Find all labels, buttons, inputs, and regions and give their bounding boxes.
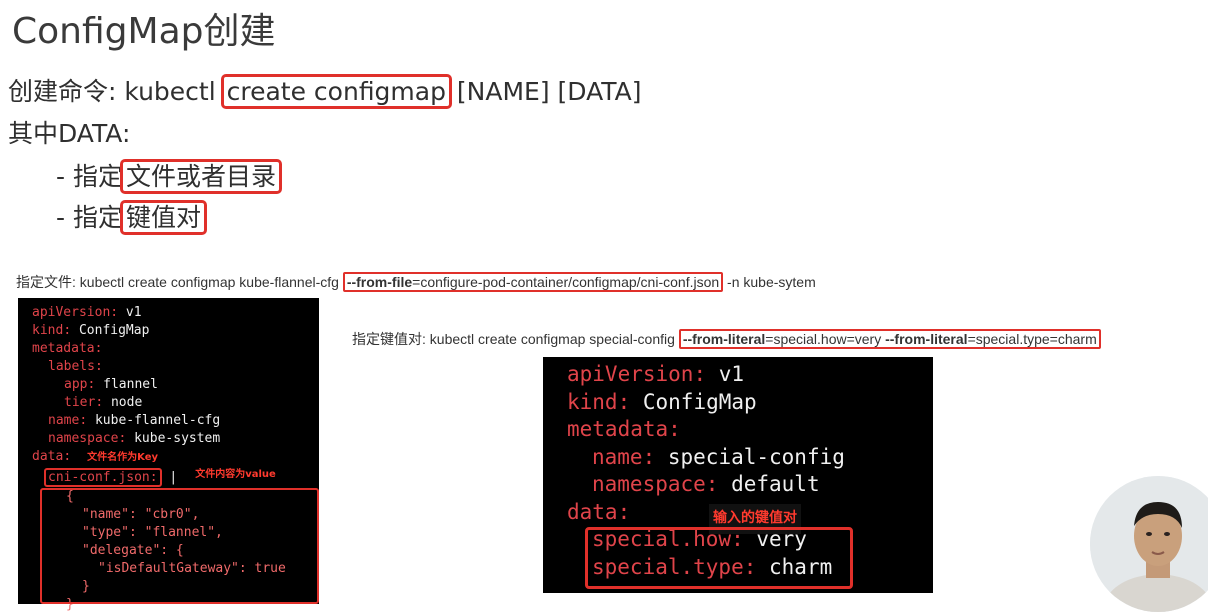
yaml2-line-apiversion: apiVersion: v1 — [567, 362, 745, 386]
from-file-prefix: 指定文件: kubectl create configmap kube-flan… — [16, 274, 343, 290]
yaml2-line-name: name: special-config — [592, 444, 845, 469]
key-value-box — [585, 527, 853, 589]
data-item-file: - 指定 文件或者目录 — [56, 157, 282, 194]
yaml1-line-data: data: 文件名作为Key — [32, 449, 159, 464]
from-file-arg: --from-file=configure-pod-container/conf… — [342, 272, 724, 292]
yaml2-line-namespace: namespace: default — [592, 472, 820, 496]
create-configmap-highlight: create configmap — [220, 74, 452, 109]
value-content-box — [40, 488, 319, 604]
yaml1-line-cni-conf: cni-conf.json: | 文件内容为value — [32, 468, 286, 488]
data-item-literal: - 指定 键值对 — [56, 198, 207, 235]
from-literal-flag-1: --from-literal — [682, 331, 766, 347]
presenter-avatar-image — [1090, 476, 1208, 612]
from-literal-value-2: =special.type=charm — [967, 331, 1097, 347]
from-file-suffix: -n kube-sytem — [723, 274, 816, 290]
yaml2-line-data: data: — [567, 499, 631, 524]
file-or-dir-highlight: 文件或者目录 — [119, 159, 282, 194]
from-file-flag: --from-file — [346, 274, 413, 290]
key-value-highlight: 键值对 — [119, 200, 207, 235]
from-literal-flag-2: --from-literal — [885, 331, 968, 347]
from-file-command: 指定文件: kubectl create configmap kube-flan… — [16, 272, 816, 292]
data-item-literal-prefix: - 指定 — [56, 203, 123, 232]
value-annotation: 文件内容为value — [195, 469, 276, 480]
yaml1-line-app: app: flannel — [64, 377, 158, 392]
yaml1-line-name: name: kube-flannel-cfg — [48, 413, 221, 428]
slide-title: ConfigMap创建 — [12, 11, 276, 52]
cni-conf-key-box: cni-conf.json: — [44, 468, 162, 487]
create-command-line: 创建命令: kubectl create configmap [NAME] [D… — [8, 72, 642, 109]
data-label: 其中DATA: — [8, 119, 131, 148]
from-literal-args: --from-literal=special.how=very --from-l… — [678, 329, 1101, 349]
yaml2-line-metadata: metadata: — [567, 417, 681, 441]
from-literal-value-1: =special.how=very — [765, 331, 886, 347]
from-file-value: =configure-pod-container/configmap/cni-c… — [412, 274, 720, 290]
from-literal-command: 指定键值对: kubectl create configmap special-… — [352, 329, 1101, 349]
yaml1-line-tier: tier: node — [64, 395, 143, 410]
from-literal-prefix: 指定键值对: kubectl create configmap special-… — [352, 331, 679, 347]
key-annotation: 文件名作为Key — [87, 452, 159, 463]
yaml1-line-apiversion: apiVersion: v1 — [32, 305, 142, 320]
yaml1-line-metadata: metadata: — [32, 341, 103, 356]
yaml1-line-labels: labels: — [48, 359, 103, 374]
presenter-avatar — [1090, 476, 1208, 612]
yaml1-line-kind: kind: ConfigMap — [32, 323, 150, 338]
literal-yaml-terminal: apiVersion: v1 kind: ConfigMap metadata:… — [543, 357, 933, 593]
create-command-suffix: [NAME] [DATA] — [448, 77, 642, 106]
yaml1-line-namespace: namespace: kube-system — [48, 431, 221, 446]
create-command-prefix: 创建命令: kubectl — [8, 77, 224, 106]
file-yaml-terminal: apiVersion: v1 kind: ConfigMap metadata:… — [18, 298, 319, 612]
data-item-file-prefix: - 指定 — [56, 162, 123, 191]
yaml2-line-kind: kind: ConfigMap — [567, 389, 757, 414]
